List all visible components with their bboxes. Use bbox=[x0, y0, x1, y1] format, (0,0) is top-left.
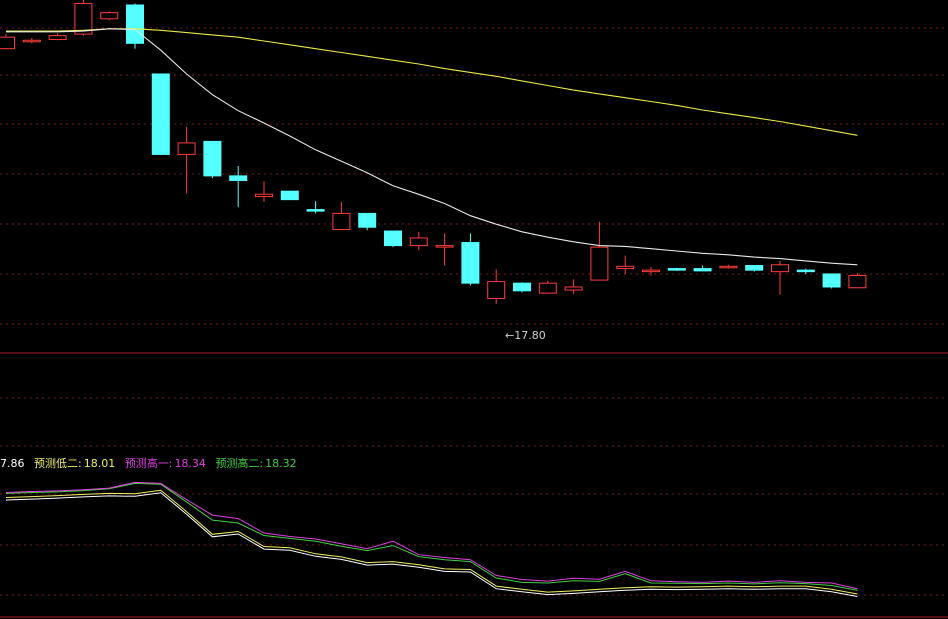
candle-body bbox=[229, 175, 248, 181]
candle-body bbox=[22, 39, 41, 43]
legend-low2-value: 18.01 bbox=[83, 457, 116, 470]
candle[interactable] bbox=[693, 265, 712, 272]
candle[interactable] bbox=[745, 265, 764, 272]
candle[interactable] bbox=[255, 181, 273, 202]
candle[interactable] bbox=[642, 267, 660, 276]
candle[interactable] bbox=[461, 233, 480, 286]
legend-high2-label: 预测高二: bbox=[215, 457, 264, 470]
candle-body bbox=[151, 73, 170, 155]
price-panel[interactable] bbox=[0, 0, 867, 304]
ma-short-line bbox=[6, 28, 858, 266]
low2-line bbox=[5, 489, 858, 595]
candle-body bbox=[564, 286, 583, 291]
candle-body bbox=[461, 242, 480, 284]
candle[interactable] bbox=[384, 230, 402, 248]
candle-body bbox=[693, 268, 712, 272]
high1-line bbox=[5, 481, 858, 590]
candle-body bbox=[667, 268, 686, 271]
grid-layer bbox=[0, 27, 948, 618]
candle-body bbox=[487, 281, 506, 299]
candle-body bbox=[848, 274, 867, 289]
candle-body bbox=[177, 142, 196, 155]
candle-body bbox=[100, 12, 119, 20]
candle[interactable] bbox=[306, 201, 325, 214]
legend-high2: 预测高二: 18.32 bbox=[215, 457, 296, 470]
candle-body bbox=[384, 230, 402, 247]
candle-body bbox=[280, 190, 299, 201]
high2-line bbox=[5, 482, 858, 591]
candle-body bbox=[616, 265, 635, 270]
chart-canvas: ←17.80 bbox=[0, 0, 948, 618]
candle-body bbox=[126, 4, 144, 44]
candle-body bbox=[48, 35, 67, 40]
candle[interactable] bbox=[667, 267, 686, 271]
low-price-annotation: ←17.80 bbox=[505, 329, 546, 342]
candle[interactable] bbox=[771, 260, 789, 295]
candle[interactable] bbox=[203, 140, 222, 179]
candle[interactable] bbox=[487, 269, 506, 304]
legend-high1-label: 预测高一: bbox=[124, 457, 173, 470]
ma-long-line bbox=[6, 28, 858, 136]
legend-high2-value: 18.32 bbox=[265, 457, 297, 470]
candle-body bbox=[822, 273, 841, 288]
candle-body bbox=[306, 209, 325, 212]
candle-body bbox=[435, 245, 454, 248]
candle-body bbox=[745, 265, 764, 271]
candle[interactable] bbox=[48, 33, 67, 41]
candle[interactable] bbox=[100, 11, 119, 21]
forecast-panel[interactable] bbox=[5, 481, 858, 597]
candle-body bbox=[796, 269, 815, 273]
candle[interactable] bbox=[616, 255, 635, 274]
legend-low2-label: 预测低二: bbox=[34, 457, 82, 470]
indicator-legend: 7.86 预测低二: 18.01 预测高一: 18.34 预测高二: 18.32 bbox=[0, 455, 303, 471]
candle-body bbox=[332, 212, 351, 231]
candle-body bbox=[642, 269, 660, 273]
candle[interactable] bbox=[796, 268, 815, 274]
candle[interactable] bbox=[409, 231, 428, 251]
candle[interactable] bbox=[848, 273, 867, 289]
candle[interactable] bbox=[435, 233, 454, 266]
candle-body bbox=[513, 282, 531, 292]
legend-low1-value: 7.86 bbox=[0, 457, 25, 470]
candle[interactable] bbox=[332, 201, 351, 231]
candle-body bbox=[409, 237, 428, 247]
candle[interactable] bbox=[177, 126, 196, 194]
candle-body bbox=[255, 193, 273, 198]
candle-body bbox=[0, 36, 15, 50]
candle[interactable] bbox=[126, 3, 144, 49]
legend-high1: 预测高一: 18.34 bbox=[125, 457, 206, 470]
candle[interactable] bbox=[280, 190, 299, 201]
candle[interactable] bbox=[719, 264, 738, 269]
stock-chart: ←17.80 7.86 预测低二: 18.01 预测高一: 18.34 预测高二: 1… bbox=[0, 0, 948, 619]
candle[interactable] bbox=[22, 37, 41, 44]
candle[interactable] bbox=[513, 282, 531, 293]
legend-low2: 预测低二: 18.01 bbox=[34, 457, 115, 470]
candle-body bbox=[203, 140, 222, 177]
legend-high1-value: 18.34 bbox=[174, 457, 206, 470]
candle[interactable] bbox=[590, 221, 609, 281]
candle[interactable] bbox=[538, 280, 557, 294]
candle[interactable] bbox=[229, 165, 248, 208]
candle[interactable] bbox=[151, 73, 170, 156]
candle[interactable] bbox=[564, 279, 583, 294]
candle-body bbox=[719, 265, 738, 269]
candle-body bbox=[358, 212, 377, 228]
candle-body bbox=[538, 282, 557, 294]
candle[interactable] bbox=[0, 34, 15, 50]
candle[interactable] bbox=[358, 212, 377, 231]
candle-body bbox=[590, 246, 609, 281]
candle[interactable] bbox=[822, 273, 841, 289]
candle-body bbox=[771, 264, 789, 273]
